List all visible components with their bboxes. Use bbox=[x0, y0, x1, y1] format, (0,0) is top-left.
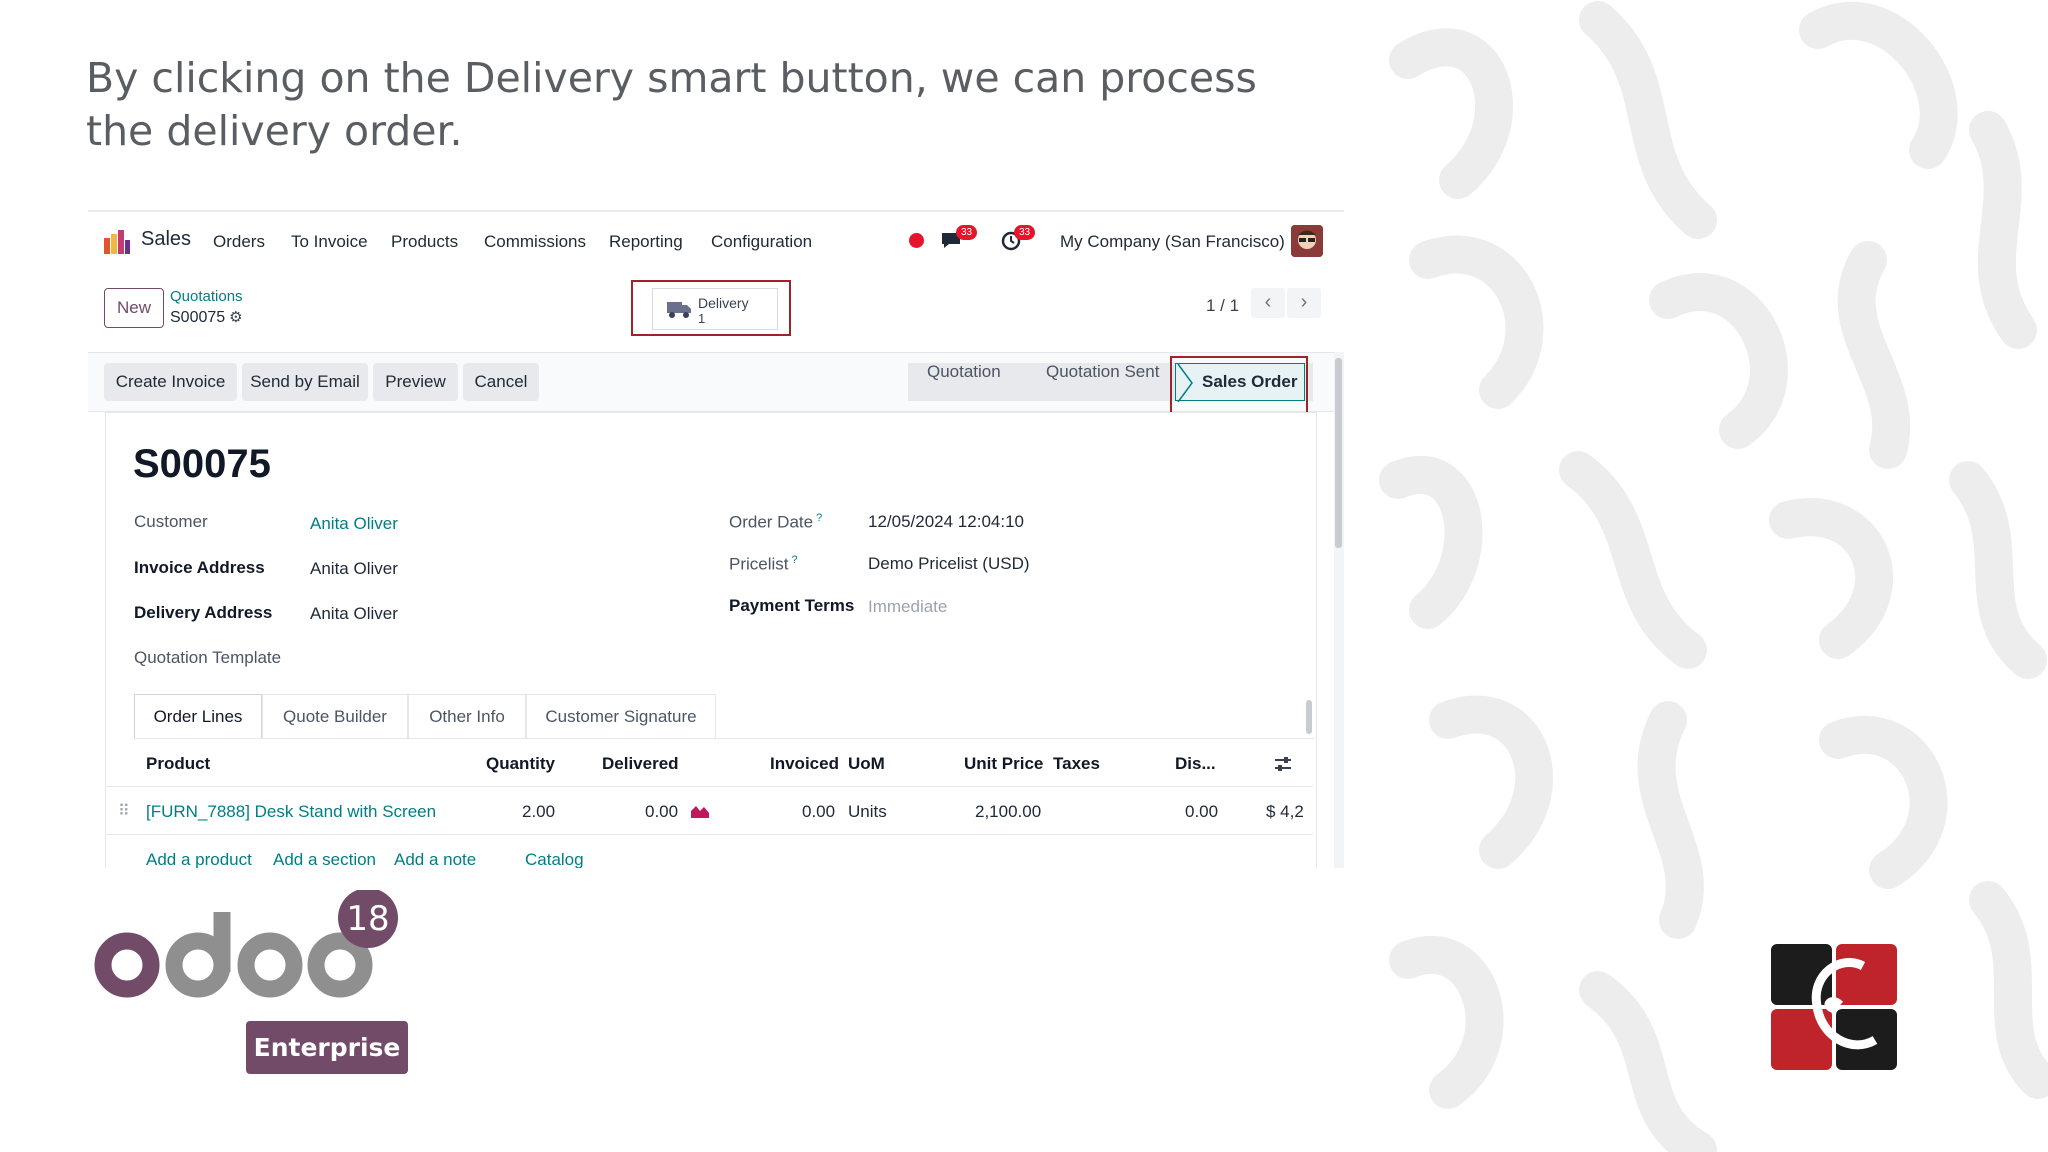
order-lines-header: Product Quantity Delivered Invoiced UoM … bbox=[106, 740, 1313, 787]
tab-quote-builder[interactable]: Quote Builder bbox=[262, 694, 408, 738]
table-row[interactable]: ⠿ [FURN_7888] Desk Stand with Screen 2.0… bbox=[106, 788, 1313, 835]
row-delivered: 0.00 bbox=[645, 802, 679, 821]
payment-terms-value[interactable]: Immediate bbox=[868, 597, 947, 617]
catalog-link[interactable]: Catalog bbox=[525, 850, 584, 868]
send-by-email-button[interactable]: Send by Email bbox=[242, 363, 368, 401]
row-subtotal: $ 4,2 bbox=[1266, 802, 1304, 821]
user-avatar[interactable] bbox=[1291, 225, 1323, 257]
odoo-screenshot: Sales Orders To Invoice Products Commiss… bbox=[88, 210, 1344, 868]
column-delivered[interactable]: Delivered bbox=[602, 754, 679, 774]
column-quantity[interactable]: Quantity bbox=[486, 754, 555, 774]
order-date-value[interactable]: 12/05/2024 12:04:10 bbox=[868, 512, 1024, 532]
version-badge: 18 bbox=[346, 899, 389, 939]
control-panel: New Quotations S00075 ⚙ Delivery 1 1 / 1 … bbox=[88, 270, 1344, 352]
column-uom[interactable]: UoM bbox=[848, 754, 885, 774]
delivery-address-label: Delivery Address bbox=[134, 603, 273, 622]
inner-scrollbar[interactable] bbox=[1306, 700, 1312, 734]
status-quotation-sent[interactable]: Quotation Sent bbox=[1046, 362, 1159, 382]
background-pattern bbox=[1368, 0, 2048, 1152]
breadcrumb[interactable]: Quotations bbox=[170, 288, 243, 305]
row-unit-price[interactable]: 2,100.00 bbox=[975, 802, 1041, 822]
tab-customer-signature[interactable]: Customer Signature bbox=[526, 694, 716, 738]
optional-columns-icon[interactable] bbox=[1274, 756, 1292, 772]
column-unit-price[interactable]: Unit Price bbox=[964, 754, 1043, 774]
column-taxes[interactable]: Taxes bbox=[1053, 754, 1100, 774]
menu-orders[interactable]: Orders bbox=[213, 232, 265, 252]
column-discount[interactable]: Dis... bbox=[1175, 754, 1216, 774]
menu-products[interactable]: Products bbox=[391, 232, 458, 252]
order-date-label-text: Order Date bbox=[729, 512, 814, 532]
forecast-chart-icon[interactable] bbox=[690, 803, 710, 819]
customer-label: Customer bbox=[134, 512, 208, 531]
menu-configuration[interactable]: Configuration bbox=[711, 232, 812, 252]
column-invoiced[interactable]: Invoiced bbox=[770, 754, 839, 774]
truck-icon bbox=[667, 302, 691, 318]
pricelist-label: Pricelist? bbox=[729, 554, 798, 575]
delivery-smart-button[interactable]: Delivery 1 bbox=[652, 288, 778, 330]
create-invoice-button[interactable]: Create Invoice bbox=[104, 363, 237, 401]
row-product[interactable]: [FURN_7888] Desk Stand with Screen bbox=[146, 802, 436, 822]
company-switcher[interactable]: My Company (San Francisco) bbox=[1060, 232, 1285, 252]
add-section-link[interactable]: Add a section bbox=[273, 850, 376, 868]
highlight-frame-status bbox=[1170, 356, 1308, 420]
customer-value[interactable]: Anita Oliver bbox=[310, 514, 398, 534]
activities-badge: 33 bbox=[1014, 225, 1036, 240]
add-note-link[interactable]: Add a note bbox=[394, 850, 476, 868]
next-record-button[interactable]: › bbox=[1287, 288, 1321, 318]
messages-badge: 33 bbox=[956, 225, 978, 240]
order-title: S00075 bbox=[133, 442, 271, 486]
new-button[interactable]: New bbox=[104, 288, 164, 328]
row-quantity[interactable]: 2.00 bbox=[522, 802, 555, 822]
menu-commissions[interactable]: Commissions bbox=[484, 232, 586, 252]
partner-logo bbox=[1771, 944, 1897, 1070]
invoice-address-label: Invoice Address bbox=[134, 558, 265, 577]
payment-terms-label: Payment Terms bbox=[729, 596, 855, 615]
drag-handle-icon[interactable]: ⠿ bbox=[118, 801, 130, 821]
page-scrollbar-thumb[interactable] bbox=[1335, 358, 1342, 548]
pager-value[interactable]: 1 / 1 bbox=[1206, 296, 1239, 316]
quotation-template-label: Quotation Template bbox=[134, 648, 282, 667]
menu-to-invoice[interactable]: To Invoice bbox=[291, 232, 368, 252]
menu-reporting[interactable]: Reporting bbox=[609, 232, 683, 252]
app-name[interactable]: Sales bbox=[141, 228, 191, 251]
smart-button-label: Delivery bbox=[698, 295, 749, 311]
column-product[interactable]: Product bbox=[146, 754, 210, 774]
top-navbar: Sales Orders To Invoice Products Commiss… bbox=[88, 212, 1344, 270]
row-discount[interactable]: 0.00 bbox=[1185, 802, 1218, 822]
preview-button[interactable]: Preview bbox=[373, 363, 458, 401]
action-bar: Create Invoice Send by Email Preview Can… bbox=[88, 352, 1344, 420]
row-invoiced: 0.00 bbox=[802, 802, 836, 821]
pricelist-value[interactable]: Demo Pricelist (USD) bbox=[868, 554, 1030, 574]
tab-other-info[interactable]: Other Info bbox=[408, 694, 526, 738]
odoo-logo: 18 bbox=[94, 890, 398, 998]
tab-order-lines[interactable]: Order Lines bbox=[134, 694, 262, 738]
notebook-tabs: Order Lines Quote Builder Other Info Cus… bbox=[134, 694, 1314, 739]
gear-icon[interactable]: ⚙ bbox=[229, 308, 242, 326]
smart-button-count: 1 bbox=[698, 311, 706, 326]
invoice-address-value[interactable]: Anita Oliver bbox=[310, 559, 398, 579]
record-name: S00075 ⚙ bbox=[170, 308, 243, 327]
cancel-button[interactable]: Cancel bbox=[463, 363, 539, 401]
delivery-address-value[interactable]: Anita Oliver bbox=[310, 604, 398, 624]
order-date-label: Order Date? bbox=[729, 512, 822, 533]
record-name-text: S00075 bbox=[170, 309, 226, 326]
sales-app-icon[interactable] bbox=[103, 228, 131, 256]
add-product-link[interactable]: Add a product bbox=[146, 850, 252, 868]
status-quotation[interactable]: Quotation bbox=[927, 362, 1001, 382]
enterprise-badge: Enterprise bbox=[246, 1021, 408, 1074]
help-icon[interactable]: ? bbox=[792, 554, 798, 566]
help-icon[interactable]: ? bbox=[816, 512, 822, 524]
row-uom[interactable]: Units bbox=[848, 802, 887, 822]
slide-caption: By clicking on the Delivery smart button… bbox=[86, 54, 1257, 155]
previous-record-button[interactable]: ‹ bbox=[1251, 288, 1285, 318]
status-dot[interactable] bbox=[909, 233, 924, 248]
pricelist-label-text: Pricelist bbox=[729, 554, 789, 574]
